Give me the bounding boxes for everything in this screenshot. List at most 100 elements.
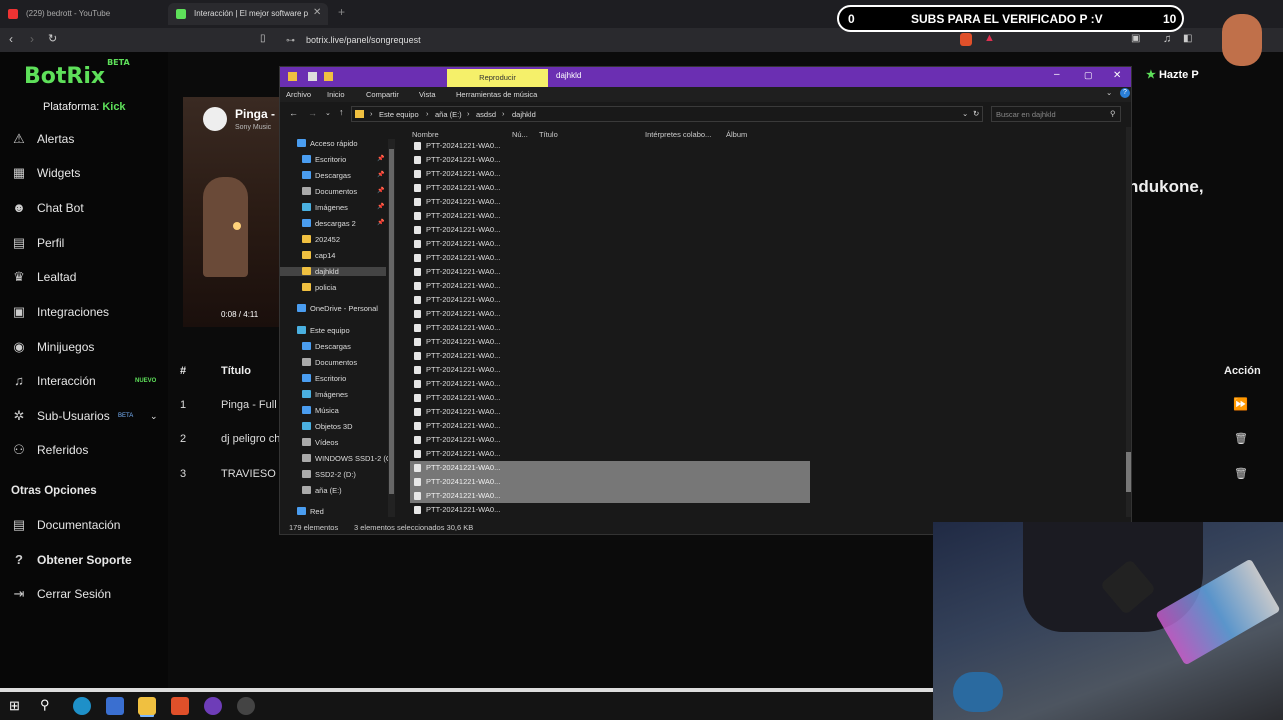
file-scrollbar[interactable] (1126, 127, 1131, 517)
search-input[interactable]: Buscar en dajhkld ⚲ (991, 106, 1121, 122)
discord-icon[interactable] (204, 697, 222, 715)
brave-rewards-icon[interactable]: ▲ (984, 32, 995, 44)
up-icon[interactable]: ↑ (339, 107, 344, 117)
list-item[interactable]: PTT-20241221-WA0... (410, 209, 810, 223)
site-settings-icon[interactable]: ⊶ (286, 31, 295, 49)
edge-icon[interactable] (73, 697, 91, 715)
nav-item[interactable]: Imágenes (302, 390, 348, 399)
list-item[interactable]: PTT-20241221-WA0... (410, 265, 810, 279)
browser-tab-youtube[interactable]: (229) bedrott - YouTube (0, 3, 165, 25)
list-item[interactable]: PTT-20241221-WA0... (410, 349, 810, 363)
ribbon-archivo[interactable]: Archivo (286, 90, 311, 99)
file-explorer-window[interactable]: Reproducir dajhkld – ▢ ✕ Archivo Inicio … (279, 66, 1132, 535)
list-item[interactable]: PTT-20241221-WA0... (410, 377, 810, 391)
list-item[interactable]: PTT-20241221-WA0... (410, 363, 810, 377)
list-item[interactable]: PTT-20241221-WA0... (410, 251, 810, 265)
list-item[interactable]: PTT-20241221-WA0... (410, 307, 810, 321)
sidebar-toggle-icon[interactable]: ▣ (1131, 33, 1140, 44)
address-bar[interactable]: › Este equipo › aña (E:) › asdsd › dajhk… (351, 106, 983, 122)
nav-item[interactable]: Objetos 3D (302, 422, 353, 431)
ribbon-vista[interactable]: Vista (419, 90, 436, 99)
nav-item[interactable]: OneDrive - Personal (297, 304, 378, 313)
nav-item[interactable]: dajhkld (280, 267, 386, 276)
properties-icon[interactable] (308, 72, 317, 81)
list-item[interactable]: PTT-20241221-WA0... (410, 489, 810, 503)
forward-icon[interactable]: › (30, 32, 34, 46)
close-icon[interactable]: ✕ (1113, 70, 1121, 81)
ribbon-herramientas[interactable]: Herramientas de música (456, 90, 537, 99)
ribbon-compartir[interactable]: Compartir (366, 90, 399, 99)
nav-item[interactable]: WINDOWS SSD1-2 (C (302, 454, 391, 463)
list-item[interactable]: PTT-20241221-WA0... (410, 405, 810, 419)
col-interpretes[interactable]: Intérpretes colabo... (645, 130, 711, 139)
new-tab-icon[interactable]: + (338, 5, 345, 19)
col-titulo[interactable]: Título (539, 130, 558, 139)
list-item[interactable]: PTT-20241221-WA0... (410, 195, 810, 209)
nav-item[interactable]: Escritorio (302, 374, 346, 383)
nav-item[interactable]: SSD2-2 (D:) (302, 470, 356, 479)
nav-item[interactable]: Descargas 📌 (302, 171, 384, 180)
video-player[interactable]: 0:08 / 4:11 ➦ (183, 97, 283, 327)
file-explorer-icon[interactable] (138, 697, 156, 715)
app-icon[interactable] (237, 697, 255, 715)
sidebar-item-alertas[interactable]: ⚠ Alertas (0, 124, 168, 154)
minimize-icon[interactable]: – (1054, 69, 1060, 80)
brave-shield-icon[interactable] (960, 33, 972, 46)
skip-icon[interactable]: ⏩ (1233, 397, 1248, 411)
nav-item[interactable]: Documentos (302, 358, 357, 367)
nav-item[interactable]: cap14 (302, 251, 335, 260)
list-item[interactable]: PTT-20241221-WA0... (410, 433, 810, 447)
search-icon[interactable]: ⚲ (40, 697, 50, 713)
nav-item[interactable]: Documentos 📌 (302, 187, 384, 196)
col-numero[interactable]: Nú... (512, 130, 528, 139)
nav-item[interactable]: policia (302, 283, 336, 292)
botrix-logo[interactable]: BotRixBETA (24, 58, 130, 89)
nav-item[interactable]: Red (297, 507, 324, 516)
list-item[interactable]: PTT-20241221-WA0... (410, 279, 810, 293)
nav-item[interactable]: 202452 (302, 235, 340, 244)
bookmark-icon[interactable]: ▯ (260, 33, 266, 44)
list-item[interactable]: PTT-20241221-WA0... (410, 139, 810, 153)
nav-item[interactable]: Descargas (302, 342, 351, 351)
tab-reproducir[interactable]: Reproducir (447, 69, 548, 87)
list-item[interactable]: PTT-20241221-WA0... (410, 181, 810, 195)
nav-item[interactable]: aña (E:) (302, 486, 342, 495)
trash-icon[interactable]: 🗑 (1234, 467, 1248, 480)
new-folder-icon[interactable] (324, 72, 333, 81)
list-item[interactable]: PTT-20241221-WA0... (410, 419, 810, 433)
forward-icon[interactable]: → (308, 108, 317, 118)
col-nombre[interactable]: Nombre (412, 130, 439, 139)
help-icon[interactable]: ? (1120, 88, 1130, 98)
nav-item[interactable]: Imágenes 📌 (302, 203, 384, 212)
nav-item[interactable]: Vídeos (302, 438, 338, 447)
nav-item[interactable]: Música (302, 406, 339, 415)
breadcrumb-este-equipo[interactable]: Este equipo (379, 110, 419, 119)
list-item[interactable]: PTT-20241221-WA0... (410, 461, 810, 475)
sidebar-item-soporte[interactable]: ? Obtener Soporte (0, 545, 168, 575)
chevron-down-icon[interactable]: ⌄ (150, 401, 158, 431)
list-item[interactable]: PTT-20241221-WA0... (410, 153, 810, 167)
recent-icon[interactable]: ⌄ (325, 109, 331, 117)
dropdown-icon[interactable]: ⌄ (962, 109, 968, 118)
nav-scrollbar[interactable] (388, 139, 395, 517)
sidebar-item-integraciones[interactable]: ▣ Integraciones (0, 297, 168, 327)
ribbon-inicio[interactable]: Inicio (327, 90, 345, 99)
reload-icon[interactable]: ↻ (48, 32, 57, 45)
sidebar-item-referidos[interactable]: ⚇ Referidos (0, 435, 168, 465)
back-icon[interactable]: ‹ (9, 32, 13, 46)
sidebar-item-widgets[interactable]: ▦ Widgets (0, 158, 168, 188)
maximize-icon[interactable]: ▢ (1084, 70, 1093, 81)
list-item[interactable]: PTT-20241221-WA0... (410, 447, 810, 461)
sidebar-item-lealtad[interactable]: ♛ Lealtad (0, 262, 168, 292)
refresh-icon[interactable]: ↻ (973, 109, 979, 118)
media-icon[interactable]: ♫ (1163, 33, 1171, 45)
breadcrumb-drive[interactable]: aña (E:) (435, 110, 462, 119)
list-item[interactable]: PTT-20241221-WA0... (410, 475, 810, 489)
brave-icon[interactable] (171, 697, 189, 715)
sidebar-item-documentacion[interactable]: ▤ Documentación (0, 510, 168, 540)
explorer-titlebar[interactable]: Reproducir dajhkld – ▢ ✕ (280, 67, 1131, 87)
nav-item[interactable]: Este equipo (297, 326, 350, 335)
list-item[interactable]: PTT-20241221-WA0... (410, 293, 810, 307)
list-item[interactable]: PTT-20241221-WA0... (410, 321, 810, 335)
url-bar[interactable]: ⊶ botrix.live/panel/songrequest (278, 31, 998, 49)
